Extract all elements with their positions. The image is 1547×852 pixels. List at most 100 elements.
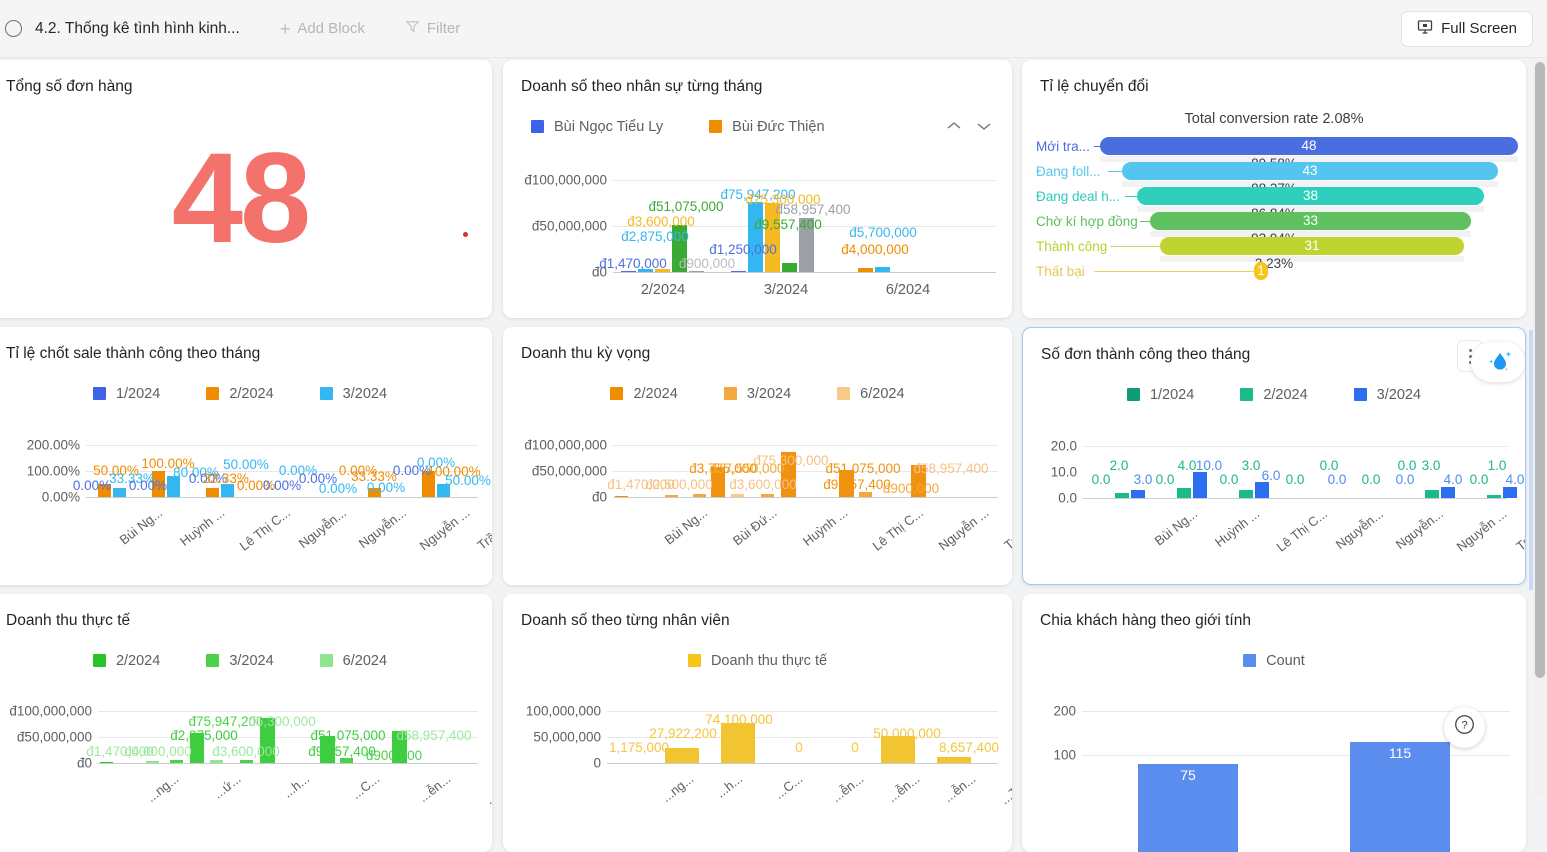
bar[interactable]	[731, 494, 744, 497]
funnel-stage[interactable]: Đang deal h... 38	[1022, 187, 1526, 206]
bar[interactable]	[1503, 487, 1517, 498]
legend-item[interactable]: 3/2024	[1354, 387, 1421, 403]
x-tick: Trần Thị...	[1001, 505, 1012, 553]
add-block-label: Add Block	[297, 20, 365, 37]
legend-item[interactable]: Bùi Đức Thiện	[709, 119, 824, 135]
y-tick: 10.0	[1029, 465, 1077, 480]
y-tick: 100	[1028, 748, 1076, 763]
y-tick: đ100,000,000	[503, 173, 607, 188]
legend-item[interactable]: 2/2024	[1240, 387, 1307, 403]
bar[interactable]	[1239, 490, 1253, 498]
legend-item[interactable]: 3/2024	[320, 386, 387, 402]
chevron-down-icon[interactable]	[976, 119, 992, 134]
bar[interactable]	[210, 760, 223, 763]
funnel-stage-value: 31	[1160, 237, 1464, 255]
bar[interactable]	[1425, 490, 1439, 498]
x-tick: 2/2024	[641, 282, 685, 298]
filter-button[interactable]: Filter	[405, 19, 460, 38]
bar-label: 0.0	[1156, 472, 1175, 487]
chart-legend: 1/2024 2/2024 3/2024	[1023, 387, 1525, 403]
bar[interactable]	[146, 761, 159, 764]
legend-item[interactable]: 6/2024	[320, 653, 387, 669]
help-button[interactable]: ?	[1444, 707, 1485, 748]
bar[interactable]	[1441, 487, 1455, 498]
bar[interactable]	[693, 494, 706, 497]
funnel-stage[interactable]: Mới tra... 48	[1022, 137, 1526, 156]
bar[interactable]	[937, 757, 971, 763]
bars-area: đ1,470,000 đ2,500,000 đ3,775,000 đ57,550…	[613, 435, 998, 497]
bar[interactable]	[875, 267, 890, 272]
bar-label: 74,100,000	[705, 712, 773, 727]
legend-item[interactable]: 2/2024	[610, 386, 677, 402]
bar[interactable]	[113, 488, 126, 497]
bar-label: đ5,700,000	[849, 225, 917, 240]
legend-pager[interactable]	[946, 119, 992, 134]
bar[interactable]	[859, 492, 872, 497]
bar[interactable]	[761, 494, 774, 497]
funnel-stage[interactable]: Thành công 31	[1022, 237, 1526, 256]
bar[interactable]	[615, 496, 628, 498]
ai-sparkle-droplet-icon[interactable]	[1471, 342, 1525, 382]
funnel-total-label: Total conversion rate 2.08%	[1022, 111, 1526, 127]
bar[interactable]	[748, 202, 763, 272]
bar[interactable]	[1177, 488, 1191, 498]
bar[interactable]	[1131, 490, 1145, 498]
legend-item[interactable]: 2/2024	[93, 653, 160, 669]
x-tick: Lê Thị C...	[237, 505, 293, 554]
card-success-orders[interactable]: Số đơn thành công theo tháng 1/2024 2/20…	[1022, 327, 1526, 585]
scrollbar-thumb[interactable]	[1535, 62, 1545, 678]
x-tick: Nguyễn ...	[1454, 506, 1510, 554]
bar[interactable]	[721, 723, 755, 763]
add-block-button[interactable]: + Add Block	[280, 20, 365, 38]
legend-label: Bùi Ngọc Tiểu Ly	[554, 119, 663, 135]
card-revenue-by-staff-month[interactable]: Doanh số theo nhân sự từng tháng Bùi Ngọ…	[503, 60, 1012, 318]
bar[interactable]	[206, 488, 219, 497]
y-tick: đ50,000,000	[0, 730, 92, 745]
legend-item[interactable]: 1/2024	[93, 386, 160, 402]
card-conversion-rate[interactable]: Tỉ lệ chuyển đổi Total conversion rate 2…	[1022, 60, 1526, 318]
full-screen-button[interactable]: Full Screen	[1401, 11, 1533, 47]
bar[interactable]	[689, 271, 704, 272]
legend-item[interactable]: Count	[1243, 653, 1305, 669]
bar-label: đ4,000,000	[841, 242, 909, 257]
legend-item[interactable]: 2/2024	[206, 386, 273, 402]
card-actual-revenue[interactable]: Doanh thu thực tế 2/2024 3/2024 6/2024 đ…	[0, 594, 492, 852]
legend-label: 2/2024	[633, 386, 677, 402]
bar[interactable]	[170, 760, 183, 763]
funnel-stage[interactable]: Chờ kí hợp đồng 33	[1022, 212, 1526, 231]
card-close-rate[interactable]: Tỉ lệ chốt sale thành công theo tháng 1/…	[0, 327, 492, 585]
x-tick: ...ễn...	[416, 771, 454, 805]
bar-label: 0.0	[1220, 472, 1239, 487]
bar[interactable]	[1255, 482, 1269, 498]
legend-item[interactable]: Bùi Ngọc Tiểu Ly	[531, 119, 663, 135]
legend-item[interactable]: 3/2024	[724, 386, 791, 402]
legend-item[interactable]: 6/2024	[837, 386, 904, 402]
legend-swatch	[93, 654, 106, 667]
bar[interactable]	[100, 762, 113, 764]
funnel-stage[interactable]: Thất bại 1	[1022, 262, 1526, 281]
bar[interactable]	[1487, 495, 1501, 498]
bar[interactable]	[1193, 472, 1207, 498]
bar[interactable]	[782, 263, 797, 272]
bar[interactable]	[240, 760, 253, 763]
card-revenue-per-employee[interactable]: Doanh số theo từng nhân viên Doanh thu t…	[503, 594, 1012, 852]
bar-label: đ2,875,000	[621, 229, 689, 244]
back-circle-icon[interactable]	[5, 20, 22, 37]
funnel-stage[interactable]: Đang foll... 43	[1022, 162, 1526, 181]
card-total-orders[interactable]: Tổng số đơn hàng 48	[0, 60, 492, 318]
legend-swatch	[206, 654, 219, 667]
legend-item[interactable]: Doanh thu thực tế	[688, 653, 827, 669]
bar[interactable]	[665, 495, 678, 497]
bar-label: 4.0	[1178, 458, 1197, 473]
legend-swatch	[709, 120, 722, 133]
legend-item[interactable]: 1/2024	[1127, 387, 1194, 403]
bar[interactable]	[1115, 493, 1129, 498]
chevron-up-icon[interactable]	[946, 119, 962, 134]
bar[interactable]	[858, 268, 873, 272]
top-toolbar: 4.2. Thống kê tình hình kinh... + Add Bl…	[0, 0, 1547, 58]
bar-label: 0.0	[1092, 472, 1111, 487]
y-tick: 200	[1028, 704, 1076, 719]
card-expected-revenue[interactable]: Doanh thu kỳ vọng 2/2024 3/2024 6/2024 đ…	[503, 327, 1012, 585]
legend-item[interactable]: 3/2024	[206, 653, 273, 669]
bar[interactable]	[665, 748, 699, 763]
